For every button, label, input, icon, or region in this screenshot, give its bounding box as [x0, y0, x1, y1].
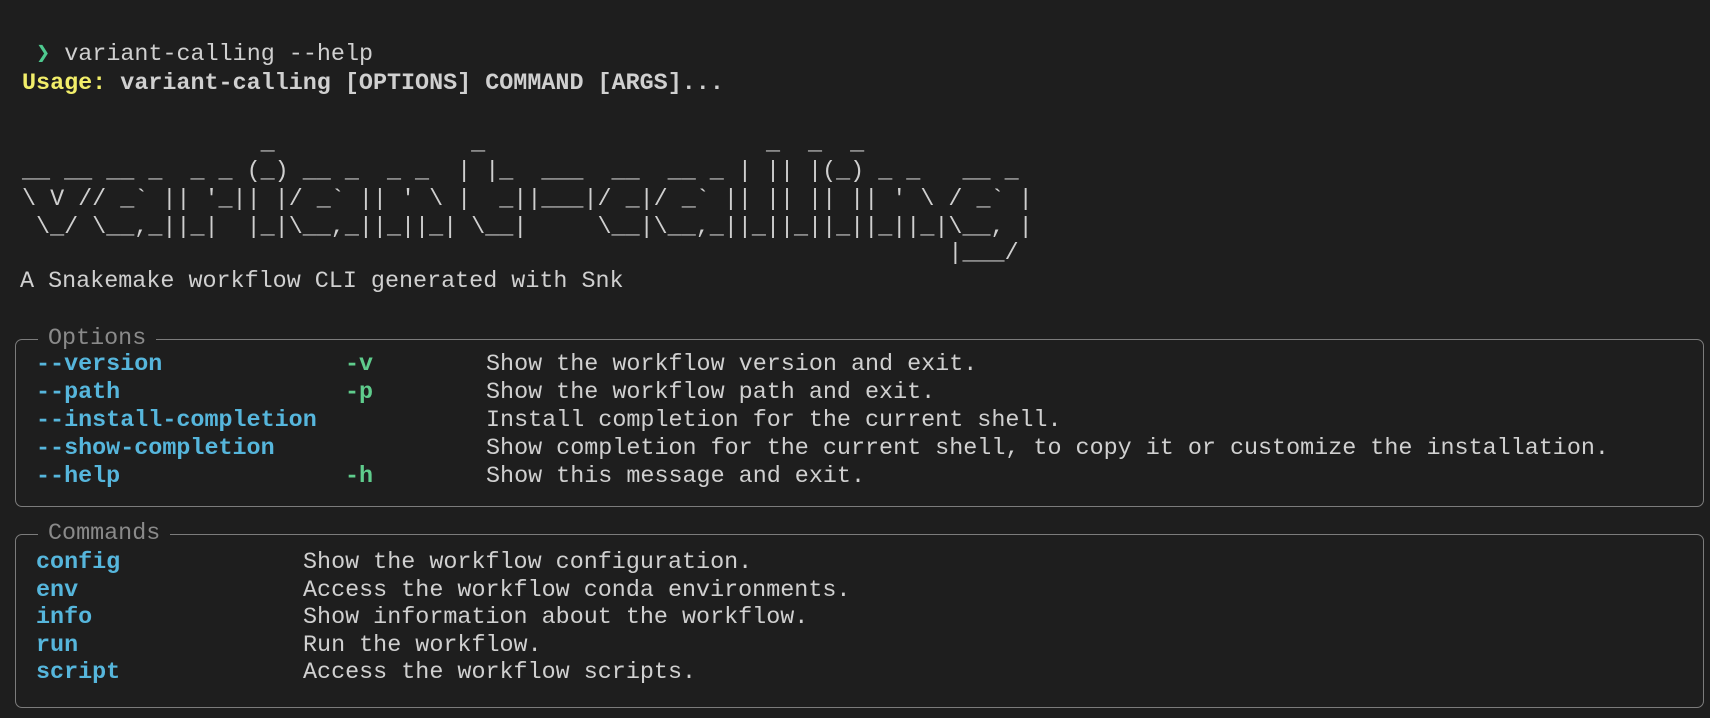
option-short: -v — [345, 352, 374, 378]
command-name: info — [36, 605, 93, 631]
option-short: -h — [345, 464, 374, 490]
option-flag: --path — [36, 380, 121, 406]
command-description: Show information about the workflow. — [303, 605, 809, 631]
commands-title: Commands — [38, 520, 171, 548]
option-description: Show this message and exit. — [486, 464, 865, 490]
banner-line: \_/ \__,_||_| |_|\__,_||_||_| \__| \__|\… — [22, 215, 1033, 241]
prompt-chevron-icon: ❯ — [36, 42, 51, 68]
commands-panel: Commands — [15, 520, 1704, 708]
option-description: Show the workflow path and exit. — [486, 380, 936, 406]
command-description: Access the workflow scripts. — [303, 660, 697, 686]
command-text: variant-calling --help — [64, 42, 374, 68]
usage-text: variant-calling [OPTIONS] COMMAND [ARGS]… — [120, 71, 724, 97]
command-line: ❯ variant-calling --help — [8, 13, 373, 68]
option-description: Show completion for the current shell, t… — [486, 436, 1609, 462]
option-description: Install completion for the current shell… — [486, 408, 1062, 434]
banner-line: |___/ — [22, 241, 1019, 267]
tagline: A Snakemake workflow CLI generated with … — [20, 269, 624, 295]
option-flag: --show-completion — [36, 436, 275, 462]
command-name: run — [36, 633, 79, 659]
option-description: Show the workflow version and exit. — [486, 352, 978, 378]
command-name: config — [36, 550, 121, 576]
command-description: Show the workflow configuration. — [303, 550, 753, 576]
command-name: env — [36, 578, 79, 604]
option-flag: --version — [36, 352, 163, 378]
banner-line: _ _ _ _ _ — [22, 131, 865, 157]
banner-line: \ V // _` || '_|| |/ _` || ' \ | _||___|… — [22, 187, 1033, 213]
option-flag: --help — [36, 464, 121, 490]
command-name: script — [36, 660, 121, 686]
command-description: Run the workflow. — [303, 633, 542, 659]
option-flag: --install-completion — [36, 408, 317, 434]
usage-line: Usage: variant-calling [OPTIONS] COMMAND… — [22, 70, 724, 98]
banner-line: __ __ __ _ _ _ (_) __ _ _ _ | |_ ___ __ … — [22, 159, 1019, 185]
option-short: -p — [345, 380, 374, 406]
usage-label: Usage: — [22, 71, 107, 97]
options-title: Options — [38, 325, 157, 353]
command-description: Access the workflow conda environments. — [303, 578, 851, 604]
